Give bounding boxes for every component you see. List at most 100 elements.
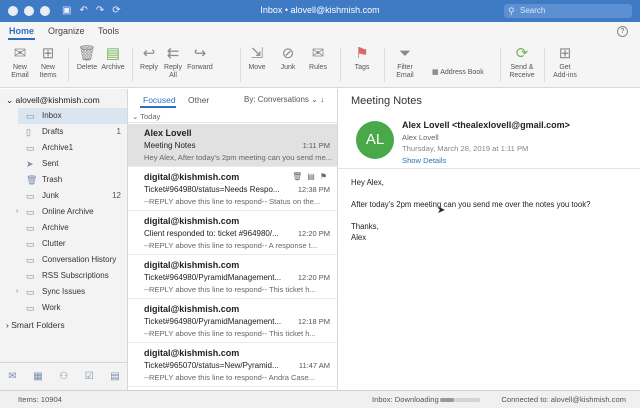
search-input[interactable]: ⚲ Search	[504, 4, 632, 18]
flag-icon[interactable]: ⚑	[320, 172, 332, 181]
folder-trash[interactable]: 🗑 Trash	[18, 172, 127, 188]
send-receive-button[interactable]: ⟳ Send & Receive	[507, 44, 537, 80]
forward-button[interactable]: ↪ Forward	[186, 44, 214, 72]
folder-icon: ▭	[26, 223, 35, 233]
inbox-icon: ▭	[26, 111, 35, 121]
message-preview: Hey Alex, After today's 2pm meeting can …	[144, 153, 333, 162]
folder-junk[interactable]: ▭ Junk 12	[18, 188, 127, 204]
sender-address[interactable]: Alex Lovell <thealexlovell@gmail.com>	[402, 120, 570, 130]
folder-conversation-history[interactable]: ▭ Conversation History	[18, 252, 127, 268]
toolbar-separator	[240, 48, 241, 82]
archive-button[interactable]: ▤ Archive	[100, 44, 126, 72]
message-row[interactable]: digital@kishmish.com 🗑▤⚑ Ticket#964980/s…	[128, 168, 337, 211]
message-row[interactable]: digital@kishmish.com Ticket#964980/Pyram…	[128, 256, 337, 299]
search-icon: ⚲	[508, 6, 515, 16]
folder-sync-issues[interactable]: › ▭ Sync Issues	[16, 284, 127, 300]
sort-direction-icon[interactable]: ↓	[320, 95, 324, 104]
download-status: Inbox: Downloading	[372, 395, 439, 404]
envelope-icon: ✉	[13, 45, 27, 62]
message-subject: Ticket#964980/status=Needs Respo...	[144, 185, 280, 194]
download-progress-fill	[440, 398, 454, 402]
reply-button[interactable]: ↩ Reply	[138, 44, 160, 72]
message-time: 1:11 PM	[302, 141, 330, 150]
message-list-header: Focused Other By: Conversations ⌄ ↓	[128, 89, 337, 109]
tags-button[interactable]: ⚑ Tags	[350, 44, 374, 72]
status-bar: Items: 10904 Inbox: Downloading Connecte…	[0, 390, 640, 408]
item-count: Items: 10904	[18, 395, 62, 404]
trash-icon[interactable]: 🗑	[292, 172, 307, 181]
folder-inbox[interactable]: ▭ Inbox	[18, 108, 127, 124]
folder-archive1[interactable]: ▭ Archive1	[18, 140, 127, 156]
tab-home[interactable]: Home	[9, 26, 34, 36]
chevron-right-icon[interactable]: ›	[16, 284, 18, 300]
message-time: 12:20 PM	[297, 229, 330, 238]
tasks-icon[interactable]: ☑	[85, 371, 94, 382]
folder-online-archive[interactable]: › ▭ Online Archive	[16, 204, 127, 220]
new-items-icon: ⊞	[41, 45, 55, 62]
tab-tools[interactable]: Tools	[98, 26, 119, 36]
date-group-header[interactable]: ⌄ Today	[132, 112, 160, 121]
show-details-link[interactable]: Show Details	[402, 156, 446, 165]
message-subject: Ticket#964980/PyramidManagement...	[144, 317, 282, 326]
message-preview: --REPLY above this line to respond-- A r…	[144, 241, 318, 250]
message-preview: --REPLY above this line to respond-- And…	[144, 373, 316, 382]
address-book-button[interactable]: ▦ Address Book	[432, 68, 484, 76]
filter-email-button[interactable]: ⏷ Filter Email	[392, 44, 418, 80]
notes-icon[interactable]: ▤	[110, 371, 119, 382]
message-sender: digital@kishmish.com	[144, 348, 240, 358]
folder-sent[interactable]: ➤ Sent	[18, 156, 127, 172]
archive-icon[interactable]: ▤	[307, 172, 320, 181]
folder-icon: ▭	[26, 143, 35, 153]
folder-icon: ▭	[26, 287, 35, 297]
message-row[interactable]: digital@kishmish.com Ticket#964980/Pyram…	[128, 300, 337, 343]
move-button[interactable]: ⇲ Move	[245, 44, 269, 72]
rules-icon: ✉	[311, 45, 325, 62]
folder-drafts[interactable]: ▯ Drafts 1	[18, 124, 127, 140]
message-sender: digital@kishmish.com	[144, 304, 240, 314]
get-addins-button[interactable]: ⊞ Get Add-ins	[550, 44, 580, 80]
ribbon-toolbar: ✉ New Email ⊞ New Items 🗑 Delete ▤ Archi…	[0, 40, 640, 88]
message-sender: digital@kishmish.com	[144, 260, 240, 270]
unread-count: 12	[112, 191, 121, 200]
tab-organize[interactable]: Organize	[48, 26, 85, 36]
message-row[interactable]: digital@kishmish.com Client responded to…	[128, 212, 337, 255]
junk-button[interactable]: ⊘ Junk	[276, 44, 300, 72]
folder-work[interactable]: ▭ Work	[18, 300, 127, 316]
chevron-down-icon: ⌄	[132, 112, 139, 121]
delete-button[interactable]: 🗑 Delete	[74, 44, 100, 72]
archive-icon: ▤	[105, 45, 121, 62]
unread-count: 1	[116, 127, 121, 136]
message-subject: Ticket#965070/status=New/Pyramid...	[144, 361, 279, 370]
new-email-button[interactable]: ✉ New Email	[8, 44, 32, 80]
message-row[interactable]: Alex Lovell Meeting Notes 1:11 PM Hey Al…	[128, 124, 337, 167]
active-tab-indicator	[140, 106, 176, 108]
body-line: After today's 2pm meeting can you send m…	[351, 200, 591, 209]
calendar-icon[interactable]: ▦	[33, 371, 42, 382]
folder-rss-subscriptions[interactable]: ▭ RSS Subscriptions	[18, 268, 127, 284]
message-time: 12:18 PM	[297, 317, 330, 326]
account-header[interactable]: ⌄ alovell@kishmish.com	[6, 95, 100, 106]
trash-icon: 🗑	[26, 175, 38, 185]
rules-button[interactable]: ✉ Rules	[306, 44, 330, 72]
help-icon[interactable]: ?	[617, 26, 628, 37]
chevron-right-icon[interactable]: ›	[16, 204, 18, 220]
body-name: Alex	[351, 233, 367, 242]
message-preview: --REPLY above this line to respond-- Thi…	[144, 285, 316, 294]
people-icon[interactable]: ⚇	[59, 371, 68, 382]
folder-clutter[interactable]: ▭ Clutter	[18, 236, 127, 252]
tab-other[interactable]: Other	[188, 95, 209, 105]
new-items-button[interactable]: ⊞ New Items	[36, 44, 60, 80]
tab-focused[interactable]: Focused	[143, 95, 176, 105]
folder-icon: ▭	[26, 207, 35, 217]
title-bar: ▣ ↶ ↷ ⟳ Inbox • alovell@kishmish.com ⚲ S…	[0, 0, 640, 22]
message-time: 12:38 PM	[297, 185, 330, 194]
message-row[interactable]: digital@kishmish.com Ticket#965070/statu…	[128, 344, 337, 387]
reply-all-button[interactable]: ⇇ Reply All	[162, 44, 184, 80]
message-subject: Ticket#964980/PyramidManagement...	[144, 273, 282, 282]
download-progress-bar	[440, 398, 480, 402]
addins-icon: ⊞	[558, 45, 572, 62]
smart-folders[interactable]: › Smart Folders	[6, 320, 65, 330]
mail-icon[interactable]: ✉	[8, 371, 16, 382]
sort-dropdown[interactable]: By: Conversations ⌄ ↓	[244, 95, 324, 104]
folder-archive[interactable]: ▭ Archive	[18, 220, 127, 236]
